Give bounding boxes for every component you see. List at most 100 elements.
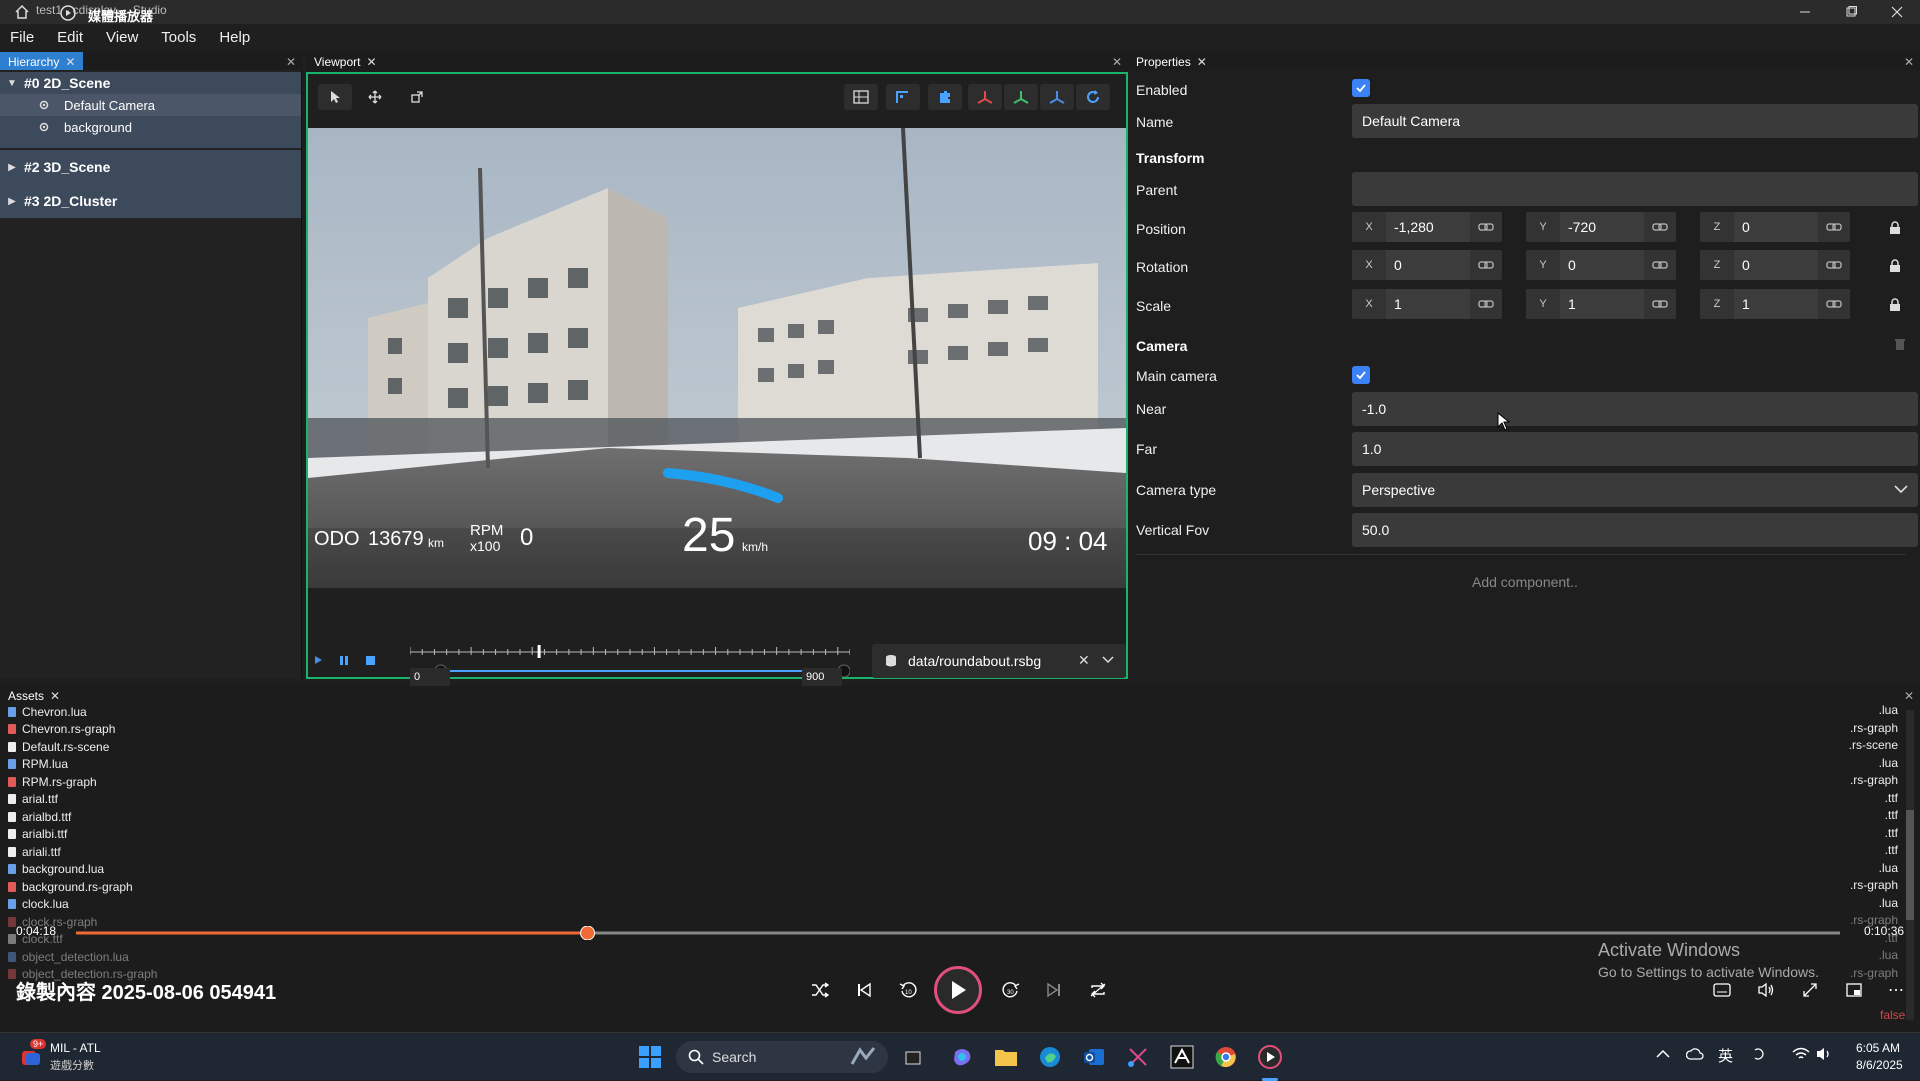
close-icon[interactable]: ✕ [1197, 55, 1207, 69]
link-icon[interactable] [1652, 258, 1668, 272]
chevron-down-icon[interactable] [1102, 652, 1114, 666]
asset-item[interactable]: arial.ttf [8, 791, 58, 808]
maximize-button[interactable] [1828, 0, 1874, 24]
volume-button[interactable] [1754, 980, 1778, 1000]
trash-icon[interactable] [1895, 338, 1905, 350]
rotation-z-input[interactable]: 0 [1734, 250, 1818, 280]
asset-item[interactable]: Chevron.rs-graph [8, 721, 115, 738]
link-icon[interactable] [1478, 220, 1494, 234]
lock-icon[interactable] [1889, 259, 1901, 273]
asset-item[interactable]: arialbd.ttf [8, 808, 71, 825]
link-icon[interactable] [1826, 258, 1842, 272]
link-icon[interactable] [1478, 297, 1494, 311]
minimize-button[interactable] [1782, 0, 1828, 24]
collapsed-arrow-icon[interactable]: ▶ [0, 162, 24, 173]
position-x-input[interactable]: -1,280 [1386, 212, 1470, 242]
previous-button[interactable] [852, 978, 876, 1002]
asset-item[interactable]: background.rs-graph [8, 878, 133, 895]
scene-item-2[interactable]: ▶ #2 3D_Scene [0, 150, 301, 184]
weather-widget[interactable]: 9+ MIL - ATL 遊戲分數 [16, 1039, 136, 1075]
rotation-x-input[interactable]: 0 [1386, 250, 1470, 280]
forward-30-button[interactable]: 30 [999, 978, 1023, 1002]
range-end-input[interactable]: 900 [802, 668, 842, 686]
snipping-tool-button[interactable] [1122, 1041, 1154, 1073]
close-window-button[interactable] [1874, 0, 1920, 24]
chrome-button[interactable] [1210, 1041, 1242, 1073]
fullscreen-button[interactable] [1798, 980, 1822, 1000]
range-slider[interactable] [410, 664, 850, 678]
ime-mode-icon[interactable] [1752, 1047, 1766, 1061]
close-icon[interactable]: ✕ [65, 55, 75, 69]
task-view-button[interactable] [898, 1041, 930, 1073]
more-options-button[interactable]: ⋯ [1884, 980, 1908, 1000]
clock-time[interactable]: 6:05 AM [1856, 1041, 1900, 1055]
parent-field[interactable] [1352, 172, 1918, 206]
select-tool-button[interactable] [318, 84, 352, 110]
menu-tools[interactable]: Tools [161, 29, 196, 46]
pause-button[interactable] [338, 654, 354, 670]
vfov-field[interactable]: 50.0 [1352, 513, 1918, 547]
asset-item[interactable]: RPM.rs-graph [8, 773, 97, 790]
scrollbar-thumb[interactable] [1906, 810, 1914, 920]
cloud-sync-icon[interactable] [1686, 1047, 1704, 1061]
close-panel-icon[interactable]: ✕ [1904, 55, 1914, 69]
add-component-button[interactable]: Add component.. [1472, 574, 1578, 590]
lock-icon[interactable] [1889, 298, 1901, 312]
next-button[interactable] [1042, 978, 1066, 1002]
rewind-10-button[interactable]: 10 [896, 978, 920, 1002]
name-field[interactable]: Default Camera [1352, 104, 1918, 138]
enabled-checkbox[interactable] [1352, 79, 1370, 97]
rotation-y-input[interactable]: 0 [1560, 250, 1644, 280]
close-panel-icon[interactable]: ✕ [1904, 689, 1914, 703]
axis-z-button[interactable] [1040, 84, 1074, 110]
captions-button[interactable] [1710, 980, 1734, 1000]
scale-x-input[interactable]: 1 [1386, 289, 1470, 319]
snap-button[interactable] [886, 84, 920, 110]
outlook-button[interactable] [1078, 1041, 1110, 1073]
menu-file[interactable]: File [10, 29, 34, 46]
collapsed-arrow-icon[interactable]: ▶ [0, 196, 24, 207]
wifi-icon[interactable] [1792, 1047, 1810, 1061]
hierarchy-item-default-camera[interactable]: Default Camera [0, 94, 301, 116]
link-icon[interactable] [1652, 297, 1668, 311]
studio-app-button[interactable] [1166, 1041, 1198, 1073]
move-tool-button[interactable] [358, 84, 392, 110]
near-field[interactable]: -1.0 [1352, 392, 1918, 426]
scale-y-input[interactable]: 1 [1560, 289, 1644, 319]
menu-view[interactable]: View [106, 29, 138, 46]
play-button[interactable] [312, 654, 328, 670]
axis-y-button[interactable] [1004, 84, 1038, 110]
chevron-up-icon[interactable] [1656, 1049, 1670, 1059]
speaker-icon[interactable] [1816, 1047, 1834, 1061]
asset-item[interactable]: arialbi.ttf [8, 826, 67, 843]
seek-knob[interactable] [580, 926, 596, 940]
stop-button[interactable] [364, 654, 380, 670]
copilot-button[interactable] [946, 1041, 978, 1073]
frame-marker[interactable] [537, 645, 541, 658]
expanded-arrow-icon[interactable]: ▼ [0, 78, 24, 89]
main-camera-checkbox[interactable] [1352, 366, 1370, 384]
asset-item[interactable]: Default.rs-scene [8, 738, 109, 755]
clear-file-icon[interactable]: ✕ [1078, 652, 1090, 669]
link-icon[interactable] [1478, 258, 1494, 272]
scale-z-input[interactable]: 1 [1734, 289, 1818, 319]
home-icon[interactable] [14, 4, 30, 20]
link-icon[interactable] [1652, 220, 1668, 234]
seek-bar[interactable] [76, 926, 1840, 940]
lock-icon[interactable] [1889, 221, 1901, 235]
asset-item[interactable]: RPM.lua [8, 756, 68, 773]
position-z-input[interactable]: 0 [1734, 212, 1818, 242]
repeat-button[interactable] [1086, 978, 1110, 1002]
hierarchy-item-background[interactable]: background [0, 116, 301, 138]
chevron-down-icon[interactable] [1894, 483, 1908, 495]
close-panel-icon[interactable]: ✕ [1112, 55, 1122, 69]
taskbar-search[interactable]: Search [676, 1041, 888, 1073]
refresh-button[interactable] [1076, 84, 1110, 110]
asset-item[interactable]: ariali.ttf [8, 843, 61, 860]
asset-item[interactable]: background.lua [8, 861, 104, 878]
link-icon[interactable] [1826, 297, 1842, 311]
scene-item-0[interactable]: ▼ #0 2D_Scene [0, 72, 301, 94]
menu-edit[interactable]: Edit [57, 29, 83, 46]
close-icon[interactable]: ✕ [366, 55, 376, 69]
frame-ruler[interactable] [410, 644, 850, 658]
